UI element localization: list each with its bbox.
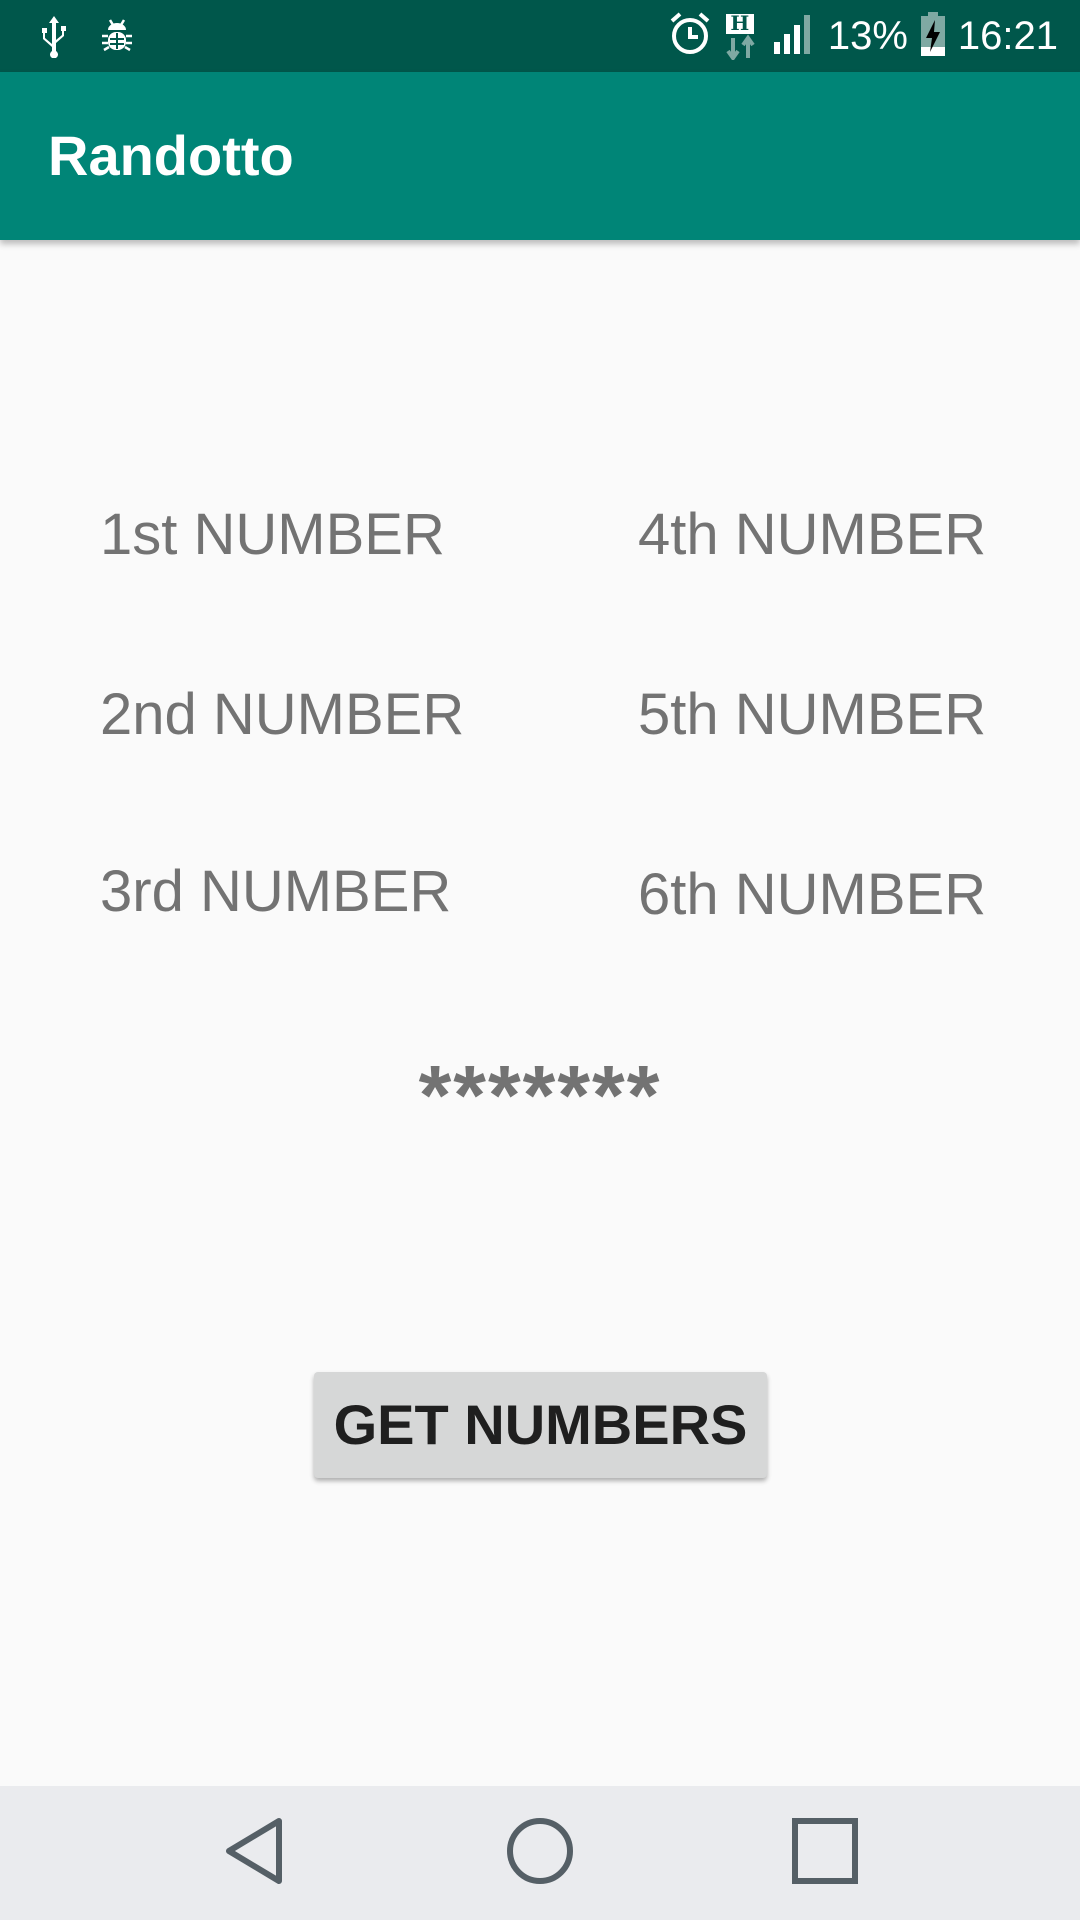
status-right-icons: H 13% 16:21 — [668, 0, 1058, 72]
get-numbers-button[interactable]: GET NUMBERS — [314, 1372, 767, 1478]
number-4: 4th NUMBER — [638, 502, 987, 567]
app-title: Randotto — [48, 124, 294, 187]
navigation-bar — [0, 1786, 1080, 1920]
usb-icon — [38, 14, 70, 63]
clock-time: 16:21 — [957, 14, 1058, 58]
recents-button[interactable] — [745, 1786, 905, 1920]
battery-charging-icon — [920, 11, 946, 62]
signal-icon — [772, 12, 816, 61]
alarm-icon — [668, 11, 712, 62]
app-bar: Randotto — [0, 72, 1080, 240]
number-3: 3rd NUMBER — [100, 859, 452, 924]
bonus-number: ******* — [418, 1048, 662, 1142]
back-icon — [223, 1816, 287, 1891]
home-button[interactable] — [460, 1786, 620, 1920]
number-1: 1st NUMBER — [100, 502, 445, 567]
status-bar: H 13% 16:21 — [0, 0, 1080, 72]
status-left-icons — [38, 14, 134, 63]
number-5: 5th NUMBER — [638, 682, 987, 747]
battery-percent: 13% — [827, 14, 908, 58]
number-6: 6th NUMBER — [638, 862, 987, 927]
back-button[interactable] — [175, 1786, 335, 1920]
data-indicator-label: H — [730, 11, 750, 35]
number-2: 2nd NUMBER — [100, 682, 465, 747]
home-icon — [505, 1816, 575, 1891]
hspa-data-icon: H — [724, 12, 760, 60]
bug-icon — [100, 16, 134, 61]
recents-icon — [792, 1817, 858, 1889]
